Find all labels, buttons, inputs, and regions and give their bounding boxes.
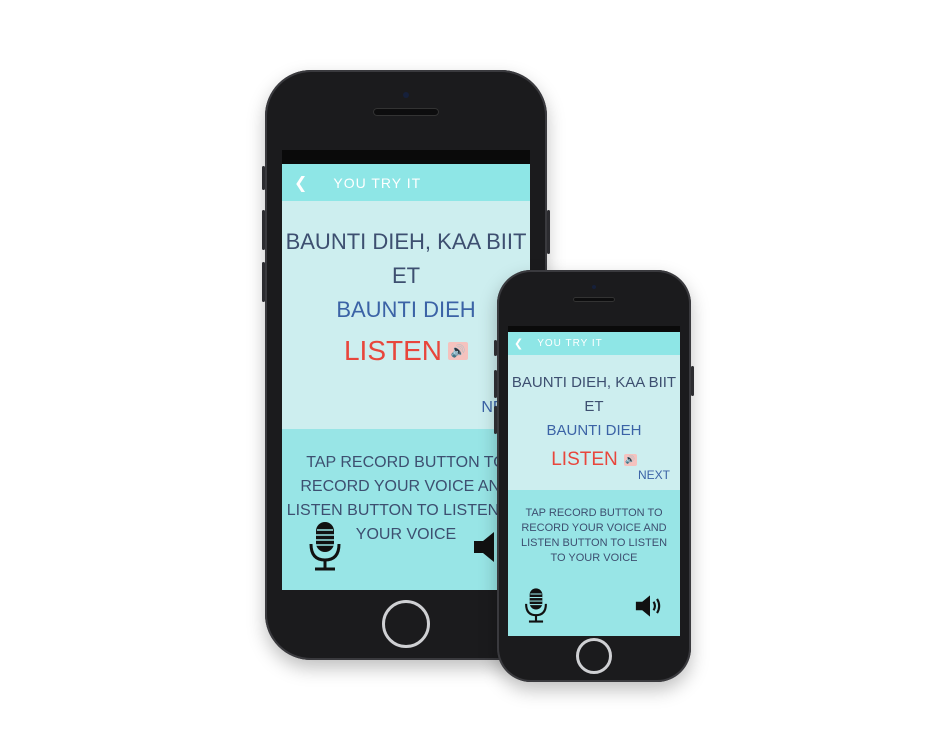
speaker-small-icon: 🔊: [448, 342, 469, 360]
front-camera: [403, 92, 409, 98]
phrase-panel: Baunti dieh, kaa biit et Baunti dieh Lis…: [508, 355, 680, 490]
front-camera: [592, 285, 596, 289]
listen-label: Listen: [343, 335, 443, 366]
phrase-text: Baunti dieh, kaa biit et Baunti dieh: [508, 371, 680, 443]
microphone-icon[interactable]: [308, 522, 342, 572]
home-button: [576, 638, 612, 674]
app-header: ❮ You try it: [282, 164, 530, 201]
status-bar: [282, 150, 530, 164]
page-title: You try it: [537, 338, 603, 349]
instructions-text: Tap record button to record your voice a…: [520, 507, 668, 564]
home-button: [382, 600, 430, 648]
microphone-icon[interactable]: [524, 588, 548, 624]
earpiece-speaker: [373, 108, 439, 116]
power-button: [691, 366, 694, 396]
phrase-text: Baunti dieh, kaa biit et Baunti dieh: [282, 225, 530, 327]
phrase-line-2: Baunti dieh: [546, 422, 642, 439]
listen-label: Listen: [551, 449, 618, 470]
phrase-line-1: Baunti dieh, kaa biit et: [285, 229, 527, 288]
power-button: [547, 210, 550, 254]
phrase-panel: Baunti dieh, kaa biit et Baunti dieh Lis…: [282, 201, 530, 429]
mute-switch: [262, 166, 265, 190]
app-header: ❮ You try it: [508, 332, 680, 355]
page-title: You try it: [333, 174, 422, 191]
listen-button[interactable]: Listen 🔊: [282, 335, 530, 367]
small-phone-mockup: ❮ You try it Baunti dieh, kaa biit et Ba…: [494, 270, 694, 682]
phrase-line-1: Baunti dieh, kaa biit et: [511, 374, 677, 415]
next-button[interactable]: Next: [638, 468, 670, 482]
chevron-left-icon[interactable]: ❮: [294, 173, 307, 192]
phrase-line-2: Baunti dieh: [336, 297, 476, 322]
volume-down-button: [494, 406, 497, 434]
speaker-volume-icon[interactable]: [632, 594, 668, 618]
app-screen: ❮ You try it Baunti dieh, kaa biit et Ba…: [508, 326, 680, 636]
earpiece-speaker: [573, 297, 615, 302]
record-panel: Tap record button to record your voice a…: [508, 490, 680, 636]
app-screen: ❮ You try it Baunti dieh, kaa biit et Ba…: [282, 150, 530, 590]
speaker-small-icon: 🔊: [623, 454, 637, 466]
record-panel: Tap record button to record your voice a…: [282, 429, 530, 590]
mute-switch: [494, 340, 497, 356]
volume-up-button: [262, 210, 265, 250]
chevron-left-icon[interactable]: ❮: [514, 337, 523, 350]
volume-up-button: [494, 370, 497, 398]
volume-down-button: [262, 262, 265, 302]
